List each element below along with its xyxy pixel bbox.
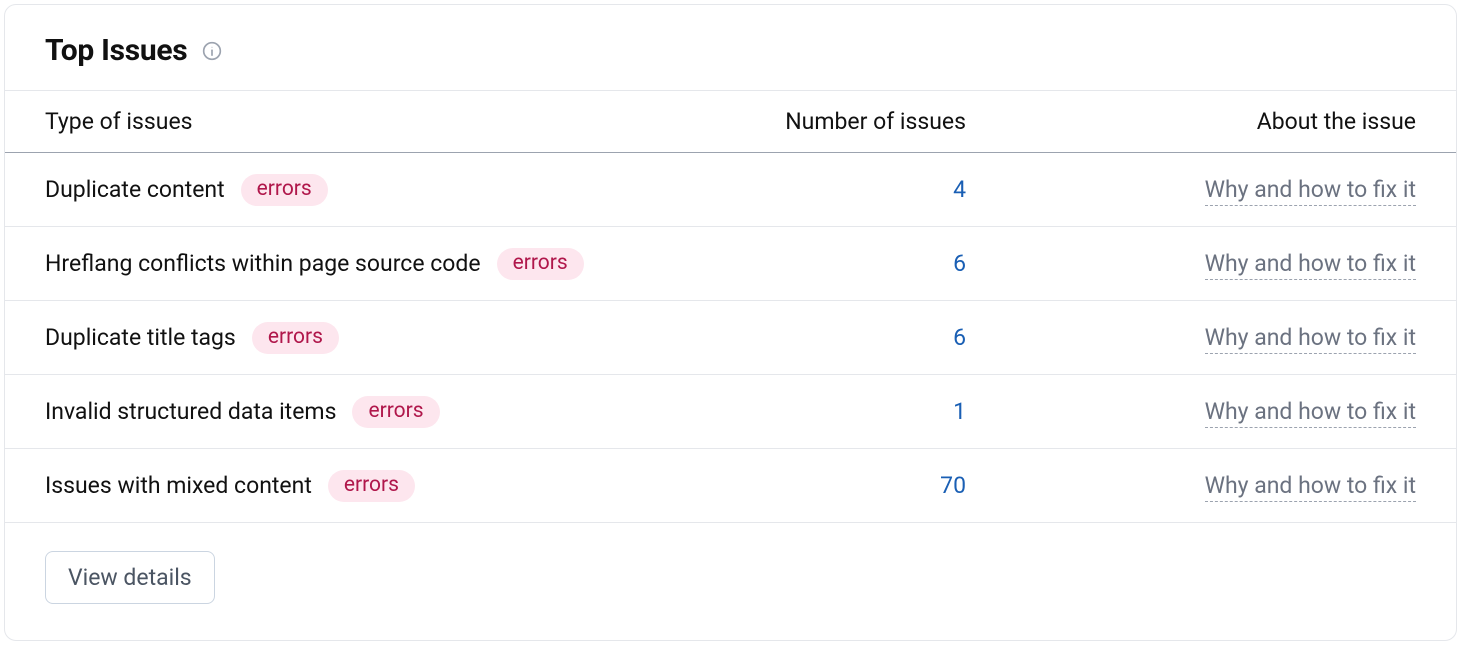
errors-badge: errors [252,322,339,354]
about-cell: Why and how to fix it [966,324,1416,351]
issue-name: Duplicate content [45,176,225,203]
table-header-row: Type of issues Number of issues About th… [5,91,1456,153]
errors-badge: errors [497,248,584,280]
col-header-about: About the issue [966,108,1416,135]
issue-cell: Duplicate title tags errors [45,322,706,354]
card-footer: View details [5,523,1456,640]
issue-cell: Invalid structured data items errors [45,396,706,428]
issue-name: Duplicate title tags [45,324,236,351]
why-how-link[interactable]: Why and how to fix it [1205,472,1416,502]
issues-rows: Duplicate content errors 4 Why and how t… [5,153,1456,523]
info-icon[interactable] [201,40,223,62]
issue-count[interactable]: 4 [706,176,966,203]
issue-cell: Hreflang conflicts within page source co… [45,248,706,280]
table-row: Issues with mixed content errors 70 Why … [5,449,1456,523]
errors-badge: errors [352,396,439,428]
view-details-button[interactable]: View details [45,551,215,604]
issue-count[interactable]: 1 [706,398,966,425]
why-how-link[interactable]: Why and how to fix it [1205,324,1416,354]
issue-cell: Duplicate content errors [45,174,706,206]
about-cell: Why and how to fix it [966,472,1416,499]
issue-cell: Issues with mixed content errors [45,470,706,502]
why-how-link[interactable]: Why and how to fix it [1205,250,1416,280]
col-header-count: Number of issues [706,108,966,135]
table-row: Hreflang conflicts within page source co… [5,227,1456,301]
table-row: Invalid structured data items errors 1 W… [5,375,1456,449]
errors-badge: errors [328,470,415,502]
issue-count[interactable]: 70 [706,472,966,499]
top-issues-card: Top Issues Type of issues Number of issu… [4,4,1457,641]
about-cell: Why and how to fix it [966,176,1416,203]
issue-count[interactable]: 6 [706,250,966,277]
why-how-link[interactable]: Why and how to fix it [1205,398,1416,428]
issue-name: Invalid structured data items [45,398,336,425]
card-title: Top Issues [45,33,187,68]
issue-count[interactable]: 6 [706,324,966,351]
table-row: Duplicate title tags errors 6 Why and ho… [5,301,1456,375]
card-header: Top Issues [5,5,1456,91]
col-header-type: Type of issues [45,108,706,135]
issue-name: Hreflang conflicts within page source co… [45,250,481,277]
issue-name: Issues with mixed content [45,472,312,499]
why-how-link[interactable]: Why and how to fix it [1205,176,1416,206]
about-cell: Why and how to fix it [966,250,1416,277]
about-cell: Why and how to fix it [966,398,1416,425]
table-row: Duplicate content errors 4 Why and how t… [5,153,1456,227]
errors-badge: errors [241,174,328,206]
